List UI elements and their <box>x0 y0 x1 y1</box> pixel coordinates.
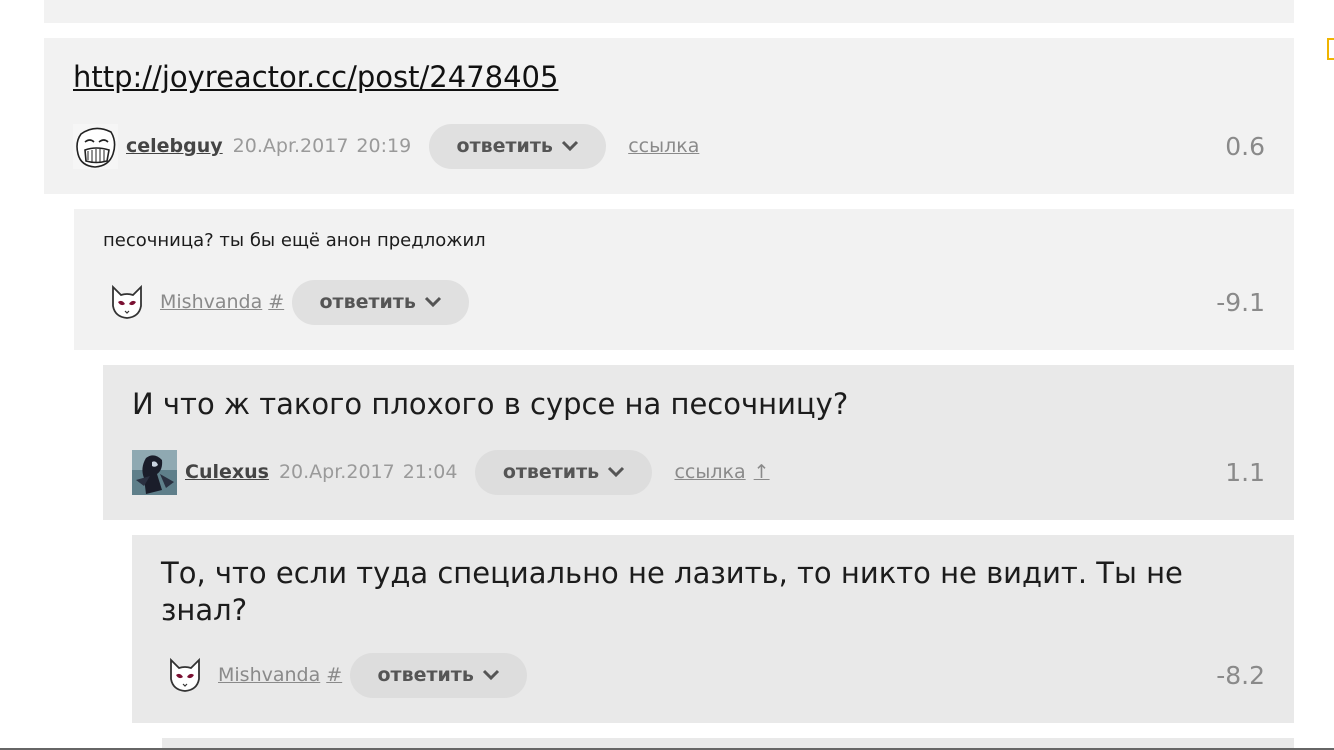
author-link[interactable]: Mishvanda <box>218 664 320 686</box>
author-link[interactable]: Mishvanda <box>160 291 262 313</box>
comment-meta: Culexus 20.Apr.2017 21:04 ответить ссылк… <box>132 449 1265 495</box>
author-link[interactable]: celebguy <box>126 135 223 157</box>
comment-rating: 1.1 <box>1225 457 1265 487</box>
comment-meta: celebguy 20.Apr.2017 20:19 ответить ссыл… <box>73 123 1265 169</box>
permalink[interactable]: ссылка <box>674 461 745 483</box>
cat-face-avatar[interactable] <box>108 283 146 321</box>
comments-page: http://joyreactor.cc/post/2478405 celebg… <box>0 0 1334 750</box>
comment-rating: 0.6 <box>1225 131 1265 161</box>
reply-button-label: ответить <box>319 291 416 313</box>
comment-text: песочница? ты бы ещё анон предложил <box>103 230 486 251</box>
chevron-down-icon <box>482 669 500 681</box>
previous-comment-fragment <box>44 0 1294 23</box>
comment-link[interactable]: http://joyreactor.cc/post/2478405 <box>73 60 558 94</box>
reply-button[interactable]: ответить <box>429 123 607 169</box>
permalink[interactable]: ссылка <box>628 135 699 157</box>
comment-date: 20.Apr.2017 <box>232 135 349 157</box>
dark-character-avatar[interactable] <box>132 449 177 495</box>
comment-date: 20.Apr.2017 <box>278 461 395 483</box>
chevron-down-icon <box>561 140 579 152</box>
comment-time: 20:19 <box>356 135 412 157</box>
comment-meta: Mishvanda # ответить -9.1 <box>108 279 1265 325</box>
reply-button[interactable]: ответить <box>475 449 653 495</box>
comment: http://joyreactor.cc/post/2478405 celebg… <box>44 38 1294 194</box>
comment-time: 21:04 <box>402 461 458 483</box>
comment: песочница? ты бы ещё анон предложил Mish… <box>74 209 1294 350</box>
reply-button[interactable]: ответить <box>292 279 470 325</box>
chevron-down-icon <box>607 466 625 478</box>
reply-button-label: ответить <box>502 461 600 483</box>
comment-anchor-link[interactable]: # <box>268 291 284 313</box>
comment-text: И что ж такого плохого в сурсе на песочн… <box>132 387 849 421</box>
troll-face-avatar[interactable] <box>73 123 118 169</box>
comment-rating: -9.1 <box>1216 287 1265 317</box>
scroll-indicator <box>1327 38 1334 60</box>
cat-face-avatar[interactable] <box>166 656 204 694</box>
comment-text: То, что если туда специально не лазить, … <box>161 556 1183 627</box>
reply-button[interactable]: ответить <box>350 652 528 698</box>
reply-button-label: ответить <box>377 664 474 686</box>
reply-button-label: ответить <box>456 135 553 157</box>
chevron-down-icon <box>424 296 442 308</box>
comment: И что ж такого плохого в сурсе на песочн… <box>103 365 1294 520</box>
comment-rating: -8.2 <box>1216 660 1265 690</box>
comment-meta: Mishvanda # ответить -8.2 <box>166 652 1265 698</box>
comment-text: http://joyreactor.cc/post/2478405 <box>73 60 1214 94</box>
parent-comment-arrow-icon[interactable]: ↑ <box>754 461 770 483</box>
comment: То, что если туда специально не лазить, … <box>132 535 1294 723</box>
comment-anchor-link[interactable]: # <box>326 664 342 686</box>
author-link[interactable]: Culexus <box>185 461 269 483</box>
